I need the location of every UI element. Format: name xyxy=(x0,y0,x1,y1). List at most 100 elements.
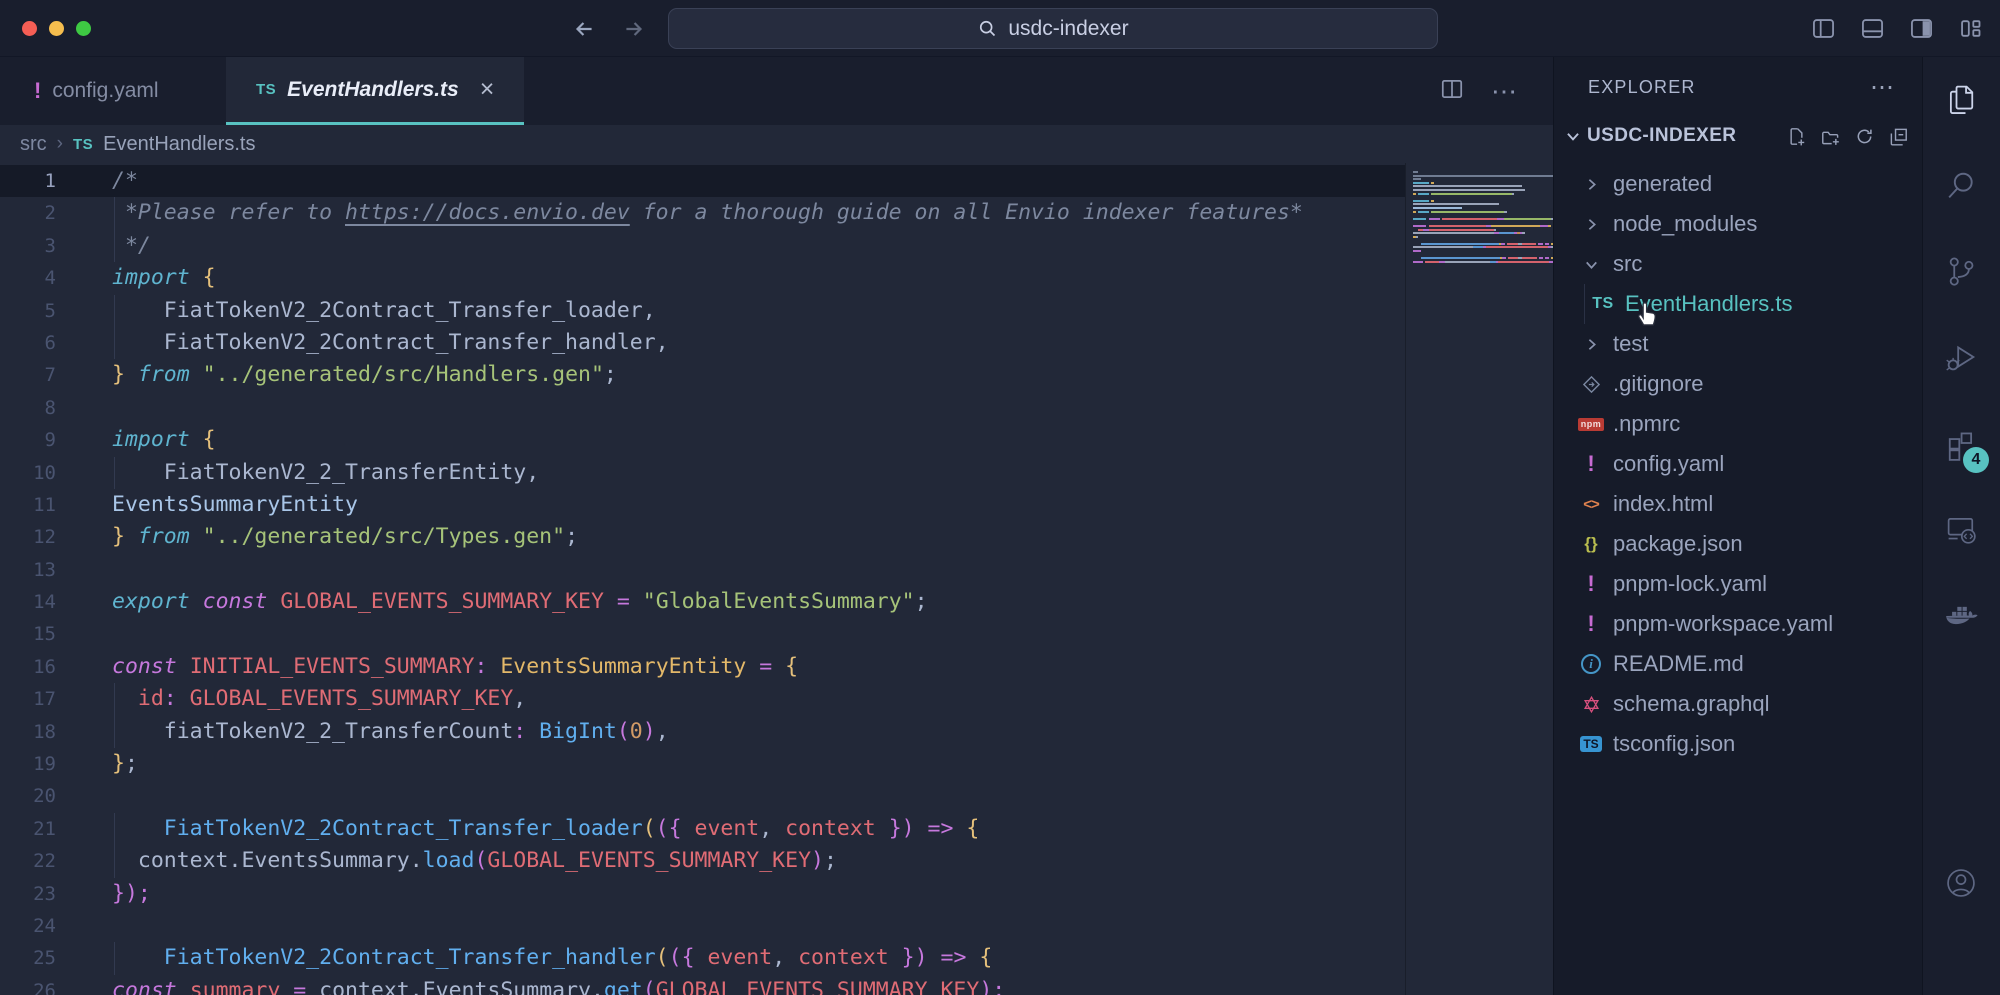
code-line-12[interactable]: 12} from "../generated/src/Types.gen"; xyxy=(0,521,1405,553)
activity-bar-run-and-debug-button[interactable] xyxy=(1936,339,1986,425)
code-text: FiatTokenV2_2Contract_Transfer_loader, xyxy=(78,295,656,327)
line-number: 26 xyxy=(0,975,78,995)
code-editor[interactable]: 1/*2 *Please refer to https://docs.envio… xyxy=(0,163,1553,995)
tree-item-index-html[interactable]: <>index.html xyxy=(1554,484,1922,524)
activity-bar-accounts-button[interactable] xyxy=(1936,865,1986,951)
code-line-3[interactable]: 3 */ xyxy=(0,230,1405,262)
activity-bar-extensions-button[interactable]: 4 xyxy=(1936,425,1986,511)
code-line-6[interactable]: 6 FiatTokenV2_2Contract_Transfer_handler… xyxy=(0,327,1405,359)
tree-item-pnpm-lock-yaml[interactable]: !pnpm-lock.yaml xyxy=(1554,564,1922,604)
tree-item-src[interactable]: src xyxy=(1554,244,1922,284)
tree-item-label: test xyxy=(1613,331,1648,357)
code-line-15[interactable]: 15 xyxy=(0,618,1405,650)
code-line-21[interactable]: 21 FiatTokenV2_2Contract_Transfer_loader… xyxy=(0,813,1405,845)
tree-item-readme-md[interactable]: iREADME.md xyxy=(1554,644,1922,684)
code-text: EventsSummaryEntity xyxy=(78,489,358,521)
code-text: }; xyxy=(78,748,138,780)
tree-item-schema-graphql[interactable]: schema.graphql xyxy=(1554,684,1922,724)
tree-item-label: tsconfig.json xyxy=(1613,731,1735,757)
line-number: 3 xyxy=(0,230,78,262)
panel-bottom-icon xyxy=(1859,15,1886,42)
activity-bar-search-button[interactable] xyxy=(1936,167,1986,253)
code-text: import { xyxy=(78,424,216,456)
minimap[interactable] xyxy=(1405,163,1553,995)
tree-item-package-json[interactable]: {}package.json xyxy=(1554,524,1922,564)
code-line-9[interactable]: 9import { xyxy=(0,424,1405,456)
code-line-1[interactable]: 1/* xyxy=(0,165,1405,197)
tree-item-test[interactable]: test xyxy=(1554,324,1922,364)
tree-item-node-modules[interactable]: node_modules xyxy=(1554,204,1922,244)
breadcrumb-file[interactable]: EventHandlers.ts xyxy=(103,133,255,156)
code-line-11[interactable]: 11EventsSummaryEntity xyxy=(0,489,1405,521)
chevron-down-icon xyxy=(1564,127,1582,145)
refresh-explorer-button[interactable] xyxy=(1855,127,1874,146)
tab-config-yaml[interactable]: ! config.yaml xyxy=(0,57,226,125)
editor-more-actions-button[interactable]: ⋯ xyxy=(1491,76,1519,107)
tree-item-tsconfig-json[interactable]: TStsconfig.json xyxy=(1554,724,1922,764)
code-text: FiatTokenV2_2Contract_Transfer_loader(({… xyxy=(78,813,979,845)
code-line-22[interactable]: 22 context.EventsSummary.load(GLOBAL_EVE… xyxy=(0,845,1405,877)
code-line-23[interactable]: 23}); xyxy=(0,878,1405,910)
code-line-17[interactable]: 17 id: GLOBAL_EVENTS_SUMMARY_KEY, xyxy=(0,683,1405,715)
close-tab-icon[interactable]: × xyxy=(480,75,495,104)
code-lines: 1/*2 *Please refer to https://docs.envio… xyxy=(0,165,1405,995)
code-line-10[interactable]: 10 FiatTokenV2_2_TransferEntity, xyxy=(0,457,1405,489)
toggle-panel-button[interactable] xyxy=(1859,15,1886,42)
code-text: FiatTokenV2_2Contract_Transfer_handler((… xyxy=(78,942,992,974)
code-line-8[interactable]: 8 xyxy=(0,392,1405,424)
code-line-4[interactable]: 4import { xyxy=(0,262,1405,294)
tree-item-label: node_modules xyxy=(1613,211,1757,237)
tree-item--gitignore[interactable]: .gitignore xyxy=(1554,364,1922,404)
history-back-button[interactable] xyxy=(570,16,598,47)
activity-bar-explorer-button[interactable] xyxy=(1936,81,1986,167)
code-text: }); xyxy=(78,878,151,910)
command-center-search[interactable]: usdc-indexer xyxy=(668,8,1438,49)
activity-bar-remote-explorer-button[interactable] xyxy=(1936,511,1986,597)
code-text: const summary = context.EventsSummary.ge… xyxy=(78,975,1005,995)
code-line-24[interactable]: 24 xyxy=(0,910,1405,942)
code-line-5[interactable]: 5 FiatTokenV2_2Contract_Transfer_loader, xyxy=(0,295,1405,327)
code-line-20[interactable]: 20 xyxy=(0,780,1405,812)
search-value: usdc-indexer xyxy=(1008,17,1128,41)
code-text xyxy=(78,554,112,586)
code-line-16[interactable]: 16const INITIAL_EVENTS_SUMMARY: EventsSu… xyxy=(0,651,1405,683)
workspace-name: USDC-INDEXER xyxy=(1587,125,1736,147)
workspace-section-header[interactable]: USDC-INDEXER xyxy=(1554,116,1922,156)
git-file-icon xyxy=(1578,375,1604,394)
code-line-7[interactable]: 7} from "../generated/src/Handlers.gen"; xyxy=(0,359,1405,391)
explorer-title: EXPLORER xyxy=(1588,77,1696,98)
code-line-13[interactable]: 13 xyxy=(0,554,1405,586)
collapse-folders-button[interactable] xyxy=(1889,127,1908,146)
customize-layout-button[interactable] xyxy=(1957,15,1984,42)
tree-item--npmrc[interactable]: npm.npmrc xyxy=(1554,404,1922,444)
tree-item-eventhandlers-ts[interactable]: TSEventHandlers.ts xyxy=(1554,284,1922,324)
history-forward-button[interactable] xyxy=(620,16,648,47)
line-number: 2 xyxy=(0,197,78,229)
line-number: 12 xyxy=(0,521,78,553)
tree-item-generated[interactable]: generated xyxy=(1554,164,1922,204)
code-line-18[interactable]: 18 fiatTokenV2_2_TransferCount: BigInt(0… xyxy=(0,716,1405,748)
breadcrumb-folder[interactable]: src xyxy=(20,133,47,156)
traffic-light-minimize-button[interactable] xyxy=(49,21,64,36)
tree-item-pnpm-workspace-yaml[interactable]: !pnpm-workspace.yaml xyxy=(1554,604,1922,644)
line-number: 20 xyxy=(0,780,78,812)
explorer-more-actions-button[interactable]: ⋯ xyxy=(1870,82,1896,94)
code-text: } from "../generated/src/Handlers.gen"; xyxy=(78,359,617,391)
tab-eventhandlers-ts[interactable]: TS EventHandlers.ts × xyxy=(226,57,524,125)
tree-item-label: README.md xyxy=(1613,651,1744,677)
new-folder-button[interactable] xyxy=(1821,127,1840,146)
code-line-2[interactable]: 2 *Please refer to https://docs.envio.de… xyxy=(0,197,1405,229)
split-editor-button[interactable] xyxy=(1439,76,1465,107)
activity-bar-docker-button[interactable] xyxy=(1936,597,1986,683)
toggle-secondary-sidebar-button[interactable] xyxy=(1908,15,1935,42)
code-line-26[interactable]: 26const summary = context.EventsSummary.… xyxy=(0,975,1405,995)
code-line-19[interactable]: 19}; xyxy=(0,748,1405,780)
traffic-light-zoom-button[interactable] xyxy=(76,21,91,36)
toggle-primary-sidebar-button[interactable] xyxy=(1810,15,1837,42)
code-line-14[interactable]: 14export const GLOBAL_EVENTS_SUMMARY_KEY… xyxy=(0,586,1405,618)
code-line-25[interactable]: 25 FiatTokenV2_2Contract_Transfer_handle… xyxy=(0,942,1405,974)
new-file-button[interactable] xyxy=(1787,127,1806,146)
activity-bar-source-control-button[interactable] xyxy=(1936,253,1986,339)
tree-item-config-yaml[interactable]: !config.yaml xyxy=(1554,444,1922,484)
traffic-light-close-button[interactable] xyxy=(22,21,37,36)
